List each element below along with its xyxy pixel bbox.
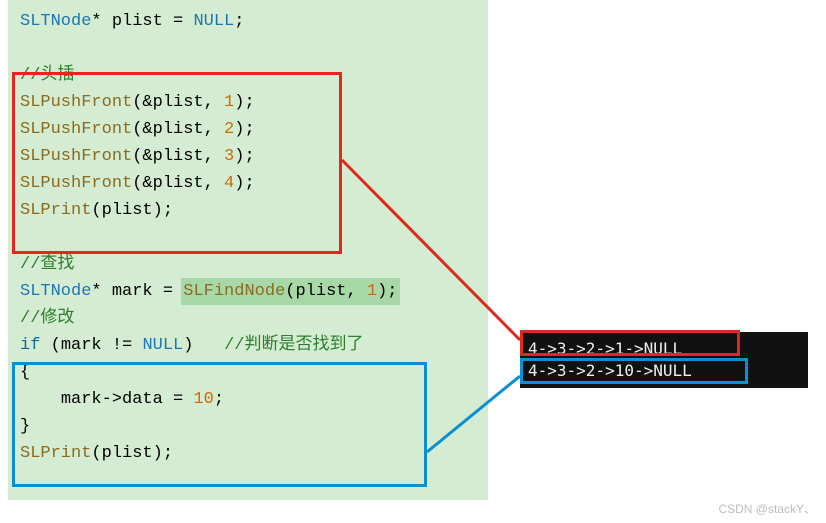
output-line: 4->3->2->10->NULL xyxy=(528,360,800,382)
watermark: CSDN @stackY、 xyxy=(718,500,816,517)
console-output: 4->3->2->1->NULL 4->3->2->10->NULL xyxy=(520,332,808,388)
code-line: SLTNode* plist = NULL; xyxy=(20,8,476,35)
comment: //修改 xyxy=(20,309,74,328)
type-token: SLTNode xyxy=(20,12,91,31)
output-line: 4->3->2->1->NULL xyxy=(528,338,800,360)
comment: //头插 xyxy=(20,66,74,85)
comment: //查找 xyxy=(20,255,74,274)
code-block: SLTNode* plist = NULL; //头插 SLPushFront(… xyxy=(8,0,488,500)
